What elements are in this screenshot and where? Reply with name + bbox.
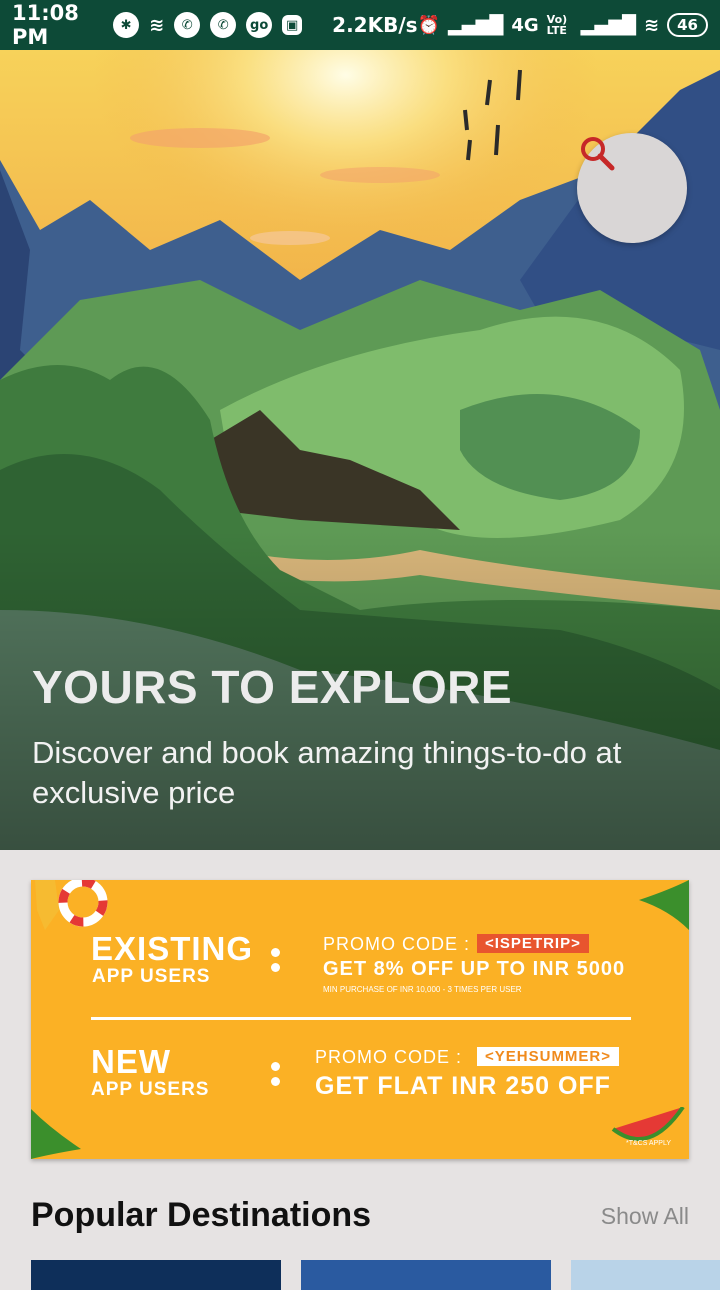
popular-destinations-title: Popular Destinations xyxy=(31,1196,372,1234)
hero-subtitle: Discover and book amazing things-to-do a… xyxy=(32,735,622,810)
network-type: 4G xyxy=(511,14,539,36)
go-icon: go xyxy=(246,12,273,38)
status-bar: 11:08 PM ✱ ≋ ✆ ✆ go ▣ 2.2KB/s ⏰ ▂▄▆█ 4G … xyxy=(0,0,720,50)
network-speed: 2.2KB/s xyxy=(332,13,418,37)
destination-card[interactable] xyxy=(31,1260,281,1290)
search-button[interactable] xyxy=(577,133,687,243)
promo-banner[interactable]: EXISTING APP USERS PROMO CODE : <ISPETRI… xyxy=(31,880,689,1159)
battery-icon: 46 xyxy=(667,13,708,37)
new-promo-code: <YEHSUMMER> xyxy=(477,1047,620,1066)
notification-icons: ✱ ≋ ✆ ✆ go ▣ xyxy=(113,12,303,38)
wifi-icon-2: ≋ xyxy=(644,14,660,36)
hero-banner: YOURS TO EXPLORE Discover and book amazi… xyxy=(0,50,720,850)
palm-leaf-icon xyxy=(639,880,689,930)
separator-dots-2 xyxy=(271,1056,281,1092)
existing-offer: GET 8% OFF UP TO INR 5000 xyxy=(323,958,626,980)
tnc-text: *T&CS APPLY xyxy=(625,1140,671,1147)
new-users-title: NEW xyxy=(91,1043,171,1080)
app-icon: ✱ xyxy=(113,12,140,38)
existing-min-purchase: MIN PURCHASE OF INR 10,000 - 3 TIMES PER… xyxy=(323,985,522,994)
hero-title: YOURS TO EXPLORE xyxy=(32,661,513,713)
destination-card[interactable] xyxy=(571,1260,720,1290)
existing-promo-label: PROMO CODE : xyxy=(323,934,471,954)
show-all-link[interactable]: Show All xyxy=(601,1203,689,1230)
signal-icon: ▂▄▆█ xyxy=(447,14,504,36)
signal-icon-2: ▂▄▆█ xyxy=(580,14,637,36)
whatsapp-icon-2: ✆ xyxy=(210,12,237,38)
volte-icon: Vo) LTE xyxy=(546,13,568,37)
whatsapp-icon: ✆ xyxy=(174,12,201,38)
new-promo-label: PROMO CODE : xyxy=(315,1047,463,1067)
promo-divider xyxy=(91,1017,631,1020)
separator-dots xyxy=(271,942,281,978)
destination-card[interactable] xyxy=(301,1260,551,1290)
alarm-icon: ⏰ xyxy=(417,14,440,36)
status-right: ⏰ ▂▄▆█ 4G Vo) LTE ▂▄▆█ ≋ 46 xyxy=(418,13,708,37)
search-icon xyxy=(581,137,615,171)
status-time: 11:08 PM xyxy=(12,1,79,49)
new-offer: GET FLAT INR 250 OFF xyxy=(315,1072,611,1100)
palm-leaf-icon-2 xyxy=(31,1109,81,1159)
existing-users-subtitle: APP USERS xyxy=(92,966,211,987)
existing-promo-code: <ISPETRIP> xyxy=(477,934,589,953)
android-icon: ▣ xyxy=(282,15,303,35)
existing-users-title: EXISTING xyxy=(91,930,254,967)
wifi-icon: ≋ xyxy=(149,14,165,36)
new-users-subtitle: APP USERS xyxy=(91,1079,210,1100)
